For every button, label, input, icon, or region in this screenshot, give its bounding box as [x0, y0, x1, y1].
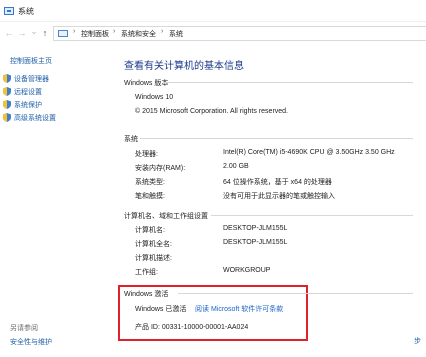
- edition-copyright: © 2015 Microsoft Corporation. All rights…: [135, 108, 289, 115]
- processor-label: 处理器:: [135, 151, 158, 158]
- system-type-label: 系统类型:: [135, 179, 165, 186]
- page-title: 查看有关计算机的基本信息: [124, 61, 244, 72]
- shield-icon: [3, 74, 11, 83]
- divider: [211, 215, 413, 216]
- divider: [178, 293, 413, 294]
- workgroup-value: WORKGROUP: [223, 267, 271, 274]
- sidebar-item-device-manager[interactable]: 设备管理器: [3, 73, 49, 84]
- see-also-heading: 另请参阅: [10, 325, 38, 332]
- processor-value: Intel(R) Core(TM) i5-4690K CPU @ 3.50GHz…: [223, 149, 395, 156]
- sidebar-item-remote-settings[interactable]: 远程设置: [3, 86, 42, 97]
- ram-label: 安装内存(RAM):: [135, 165, 186, 172]
- shield-icon: [3, 100, 11, 109]
- up-arrow-icon[interactable]: ↑: [39, 27, 51, 39]
- sidebar-item-system-protection[interactable]: 系统保护: [3, 99, 42, 110]
- window-title: 系统: [18, 7, 34, 16]
- breadcrumb-system[interactable]: 系统: [169, 29, 183, 39]
- product-id: 产品 ID: 00331-10000-00001-AA024: [135, 324, 249, 331]
- edition-heading: Windows 版本: [124, 80, 169, 87]
- divider: [163, 82, 413, 83]
- forward-arrow-icon[interactable]: →: [16, 27, 28, 39]
- pen-touch-value: 没有可用于此显示器的笔或触控输入: [223, 193, 335, 200]
- pen-touch-label: 笔和触摸:: [135, 193, 165, 200]
- full-computer-name-label: 计算机全名:: [135, 241, 172, 248]
- sidebar-item-label: 设备管理器: [14, 75, 49, 83]
- breadcrumb-separator[interactable]: ›: [161, 28, 163, 35]
- activation-status: Windows 已激活: [135, 306, 187, 313]
- system-type-value: 64 位操作系统，基于 x64 的处理器: [223, 179, 332, 186]
- edge-text-fragment: 步: [414, 338, 421, 345]
- breadcrumb-separator[interactable]: ›: [73, 28, 75, 35]
- computer-description-label: 计算机描述:: [135, 255, 172, 262]
- sidebar-item-advanced-settings[interactable]: 高级系统设置: [3, 112, 56, 123]
- edition-name: Windows 10: [135, 94, 174, 101]
- workgroup-label: 工作组:: [135, 269, 158, 276]
- license-terms-link[interactable]: 阅读 Microsoft 软件许可条款: [195, 304, 283, 314]
- computer-name-label: 计算机名:: [135, 227, 165, 234]
- back-arrow-icon[interactable]: ←: [3, 27, 15, 39]
- control-panel-home-link[interactable]: 控制面板主页: [10, 56, 52, 66]
- address-bar[interactable]: › 控制面板 › 系统和安全 › 系统: [53, 26, 426, 41]
- sidebar-item-label: 远程设置: [14, 88, 42, 96]
- sidebar-item-label: 系统保护: [14, 101, 42, 109]
- navigation-bar: ← → ⌄ ↑ › 控制面板 › 系统和安全 › 系统: [0, 22, 426, 44]
- ram-value: 2.00 GB: [223, 163, 249, 170]
- system-window-icon: [4, 7, 14, 15]
- breadcrumb-control-panel[interactable]: 控制面板: [81, 29, 109, 39]
- full-computer-name-value: DESKTOP-JLM155L: [223, 239, 288, 246]
- title-bar: 系统: [0, 0, 426, 22]
- activation-heading: Windows 激活: [124, 291, 169, 298]
- computer-settings-heading: 计算机名、域和工作组设置: [124, 213, 208, 220]
- divider: [140, 138, 413, 139]
- breadcrumb-separator[interactable]: ›: [113, 28, 115, 35]
- computer-name-value: DESKTOP-JLM155L: [223, 225, 288, 232]
- control-panel-monitor-icon: [58, 30, 68, 37]
- shield-icon: [3, 87, 11, 96]
- system-heading: 系统: [124, 136, 138, 143]
- security-maintenance-link[interactable]: 安全性与维护: [10, 337, 52, 347]
- shield-icon: [3, 113, 11, 122]
- breadcrumb-system-security[interactable]: 系统和安全: [121, 29, 156, 39]
- sidebar-item-label: 高级系统设置: [14, 114, 56, 122]
